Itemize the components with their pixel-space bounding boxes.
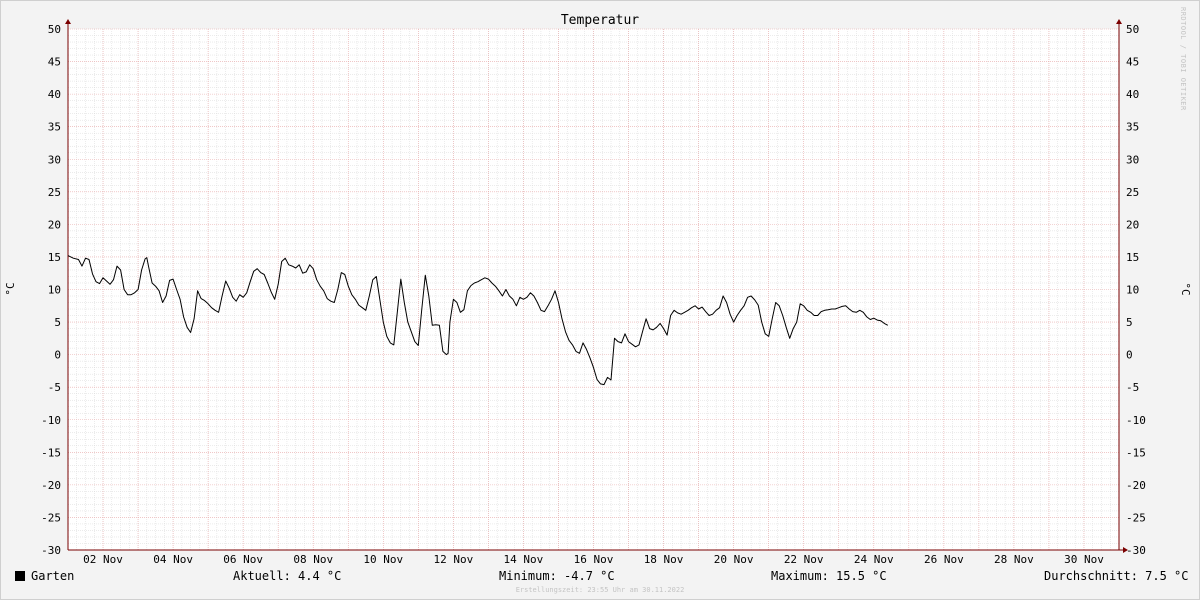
y-tick-label-right: 45 <box>1126 56 1139 69</box>
legend: Garten Aktuell: 4.4 °C Minimum: -4.7 °C … <box>1 567 1199 585</box>
y-axis-arrow-right <box>1116 19 1122 24</box>
x-tick-label: 06 Nov <box>223 553 263 566</box>
y-tick-label-left: 35 <box>48 121 61 134</box>
y-tick-label-right: -20 <box>1126 479 1146 492</box>
y-tick-label-left: 50 <box>48 23 61 36</box>
legend-series-name: Garten <box>31 569 75 583</box>
y-tick-label-right: 25 <box>1126 186 1139 199</box>
y-tick-label-left: -5 <box>48 381 61 394</box>
rrd-graph-window: 50 50 45 45 40 40 35 35 30 30 25 25 20 20 15 15 10 10 5 5 0 0… <box>0 0 1200 600</box>
y-tick-label-right: 50 <box>1126 23 1139 36</box>
y-tick-label-left: 0 <box>54 349 61 362</box>
x-tick-label: 14 Nov <box>504 553 544 566</box>
legend-average: Durchschnitt: 7.5 °C <box>1044 569 1189 583</box>
y-tick-label-left: -30 <box>41 544 61 557</box>
y-tick-label-right: 10 <box>1126 284 1139 297</box>
y-tick-label-left: -20 <box>41 479 61 492</box>
y-tick-label-right: 40 <box>1126 88 1139 101</box>
y-tick-label-left: 30 <box>48 153 61 166</box>
y-tick-label-left: 10 <box>48 284 61 297</box>
y-tick-label-right: 15 <box>1126 251 1139 264</box>
y-tick-label-left: 25 <box>48 186 61 199</box>
x-tick-label: 18 Nov <box>644 553 684 566</box>
rrdtool-watermark: RRDTOOL / TOBI OETIKER <box>1179 7 1187 111</box>
y-tick-label-left: -15 <box>41 446 61 459</box>
grid <box>67 28 1120 551</box>
x-tick-label: 30 Nov <box>1064 553 1104 566</box>
y-tick-label-right: 5 <box>1126 316 1133 329</box>
y-axis-label-right: °C <box>1179 282 1192 295</box>
creation-time: Erstellungszeit: 23:55 Uhr am 30.11.2022 <box>515 586 685 594</box>
y-axis-label-left: °C <box>4 282 17 295</box>
y-axis-arrow-left <box>65 19 71 24</box>
y-tick-label-left: 5 <box>54 316 61 329</box>
x-tick-label: 24 Nov <box>854 553 894 566</box>
chart-title: Temperatur <box>561 13 639 28</box>
x-tick-label: 04 Nov <box>153 553 193 566</box>
legend-swatch-garten <box>15 571 25 581</box>
y-tick-label-right: -30 <box>1126 544 1146 557</box>
y-tick-label-left: -10 <box>41 414 61 427</box>
y-tick-label-right: -5 <box>1126 381 1139 394</box>
y-tick-label-right: -25 <box>1126 511 1146 524</box>
legend-minimum: Minimum: -4.7 °C <box>499 569 615 583</box>
x-tick-label: 26 Nov <box>924 553 964 566</box>
y-tick-label-left: 20 <box>48 218 61 231</box>
y-tick-label-left: 45 <box>48 56 61 69</box>
x-tick-label: 20 Nov <box>714 553 754 566</box>
y-tick-label-right: 35 <box>1126 121 1139 134</box>
legend-current: Aktuell: 4.4 °C <box>233 569 342 583</box>
legend-maximum: Maximum: 15.5 °C <box>771 569 887 583</box>
x-tick-label: 02 Nov <box>83 553 123 566</box>
x-tick-label: 10 Nov <box>363 553 403 566</box>
y-tick-label-right: -10 <box>1126 414 1146 427</box>
x-tick-label: 22 Nov <box>784 553 824 566</box>
y-tick-label-right: 0 <box>1126 349 1133 362</box>
y-tick-label-left: -25 <box>41 511 61 524</box>
temperature-chart: 50 5045 4540 4035 3530 3025 2520 2015 1510 105 50 0… <box>4 13 1192 566</box>
x-tick-label: 28 Nov <box>994 553 1034 566</box>
y-tick-label-right: -15 <box>1126 446 1146 459</box>
y-tick-label-left: 40 <box>48 88 61 101</box>
x-tick-label: 12 Nov <box>433 553 473 566</box>
x-tick-label: 08 Nov <box>293 553 333 566</box>
y-tick-label-right: 20 <box>1126 218 1139 231</box>
y-tick-label-right: 30 <box>1126 153 1139 166</box>
x-tick-label: 16 Nov <box>574 553 614 566</box>
y-tick-label-left: 15 <box>48 251 61 264</box>
